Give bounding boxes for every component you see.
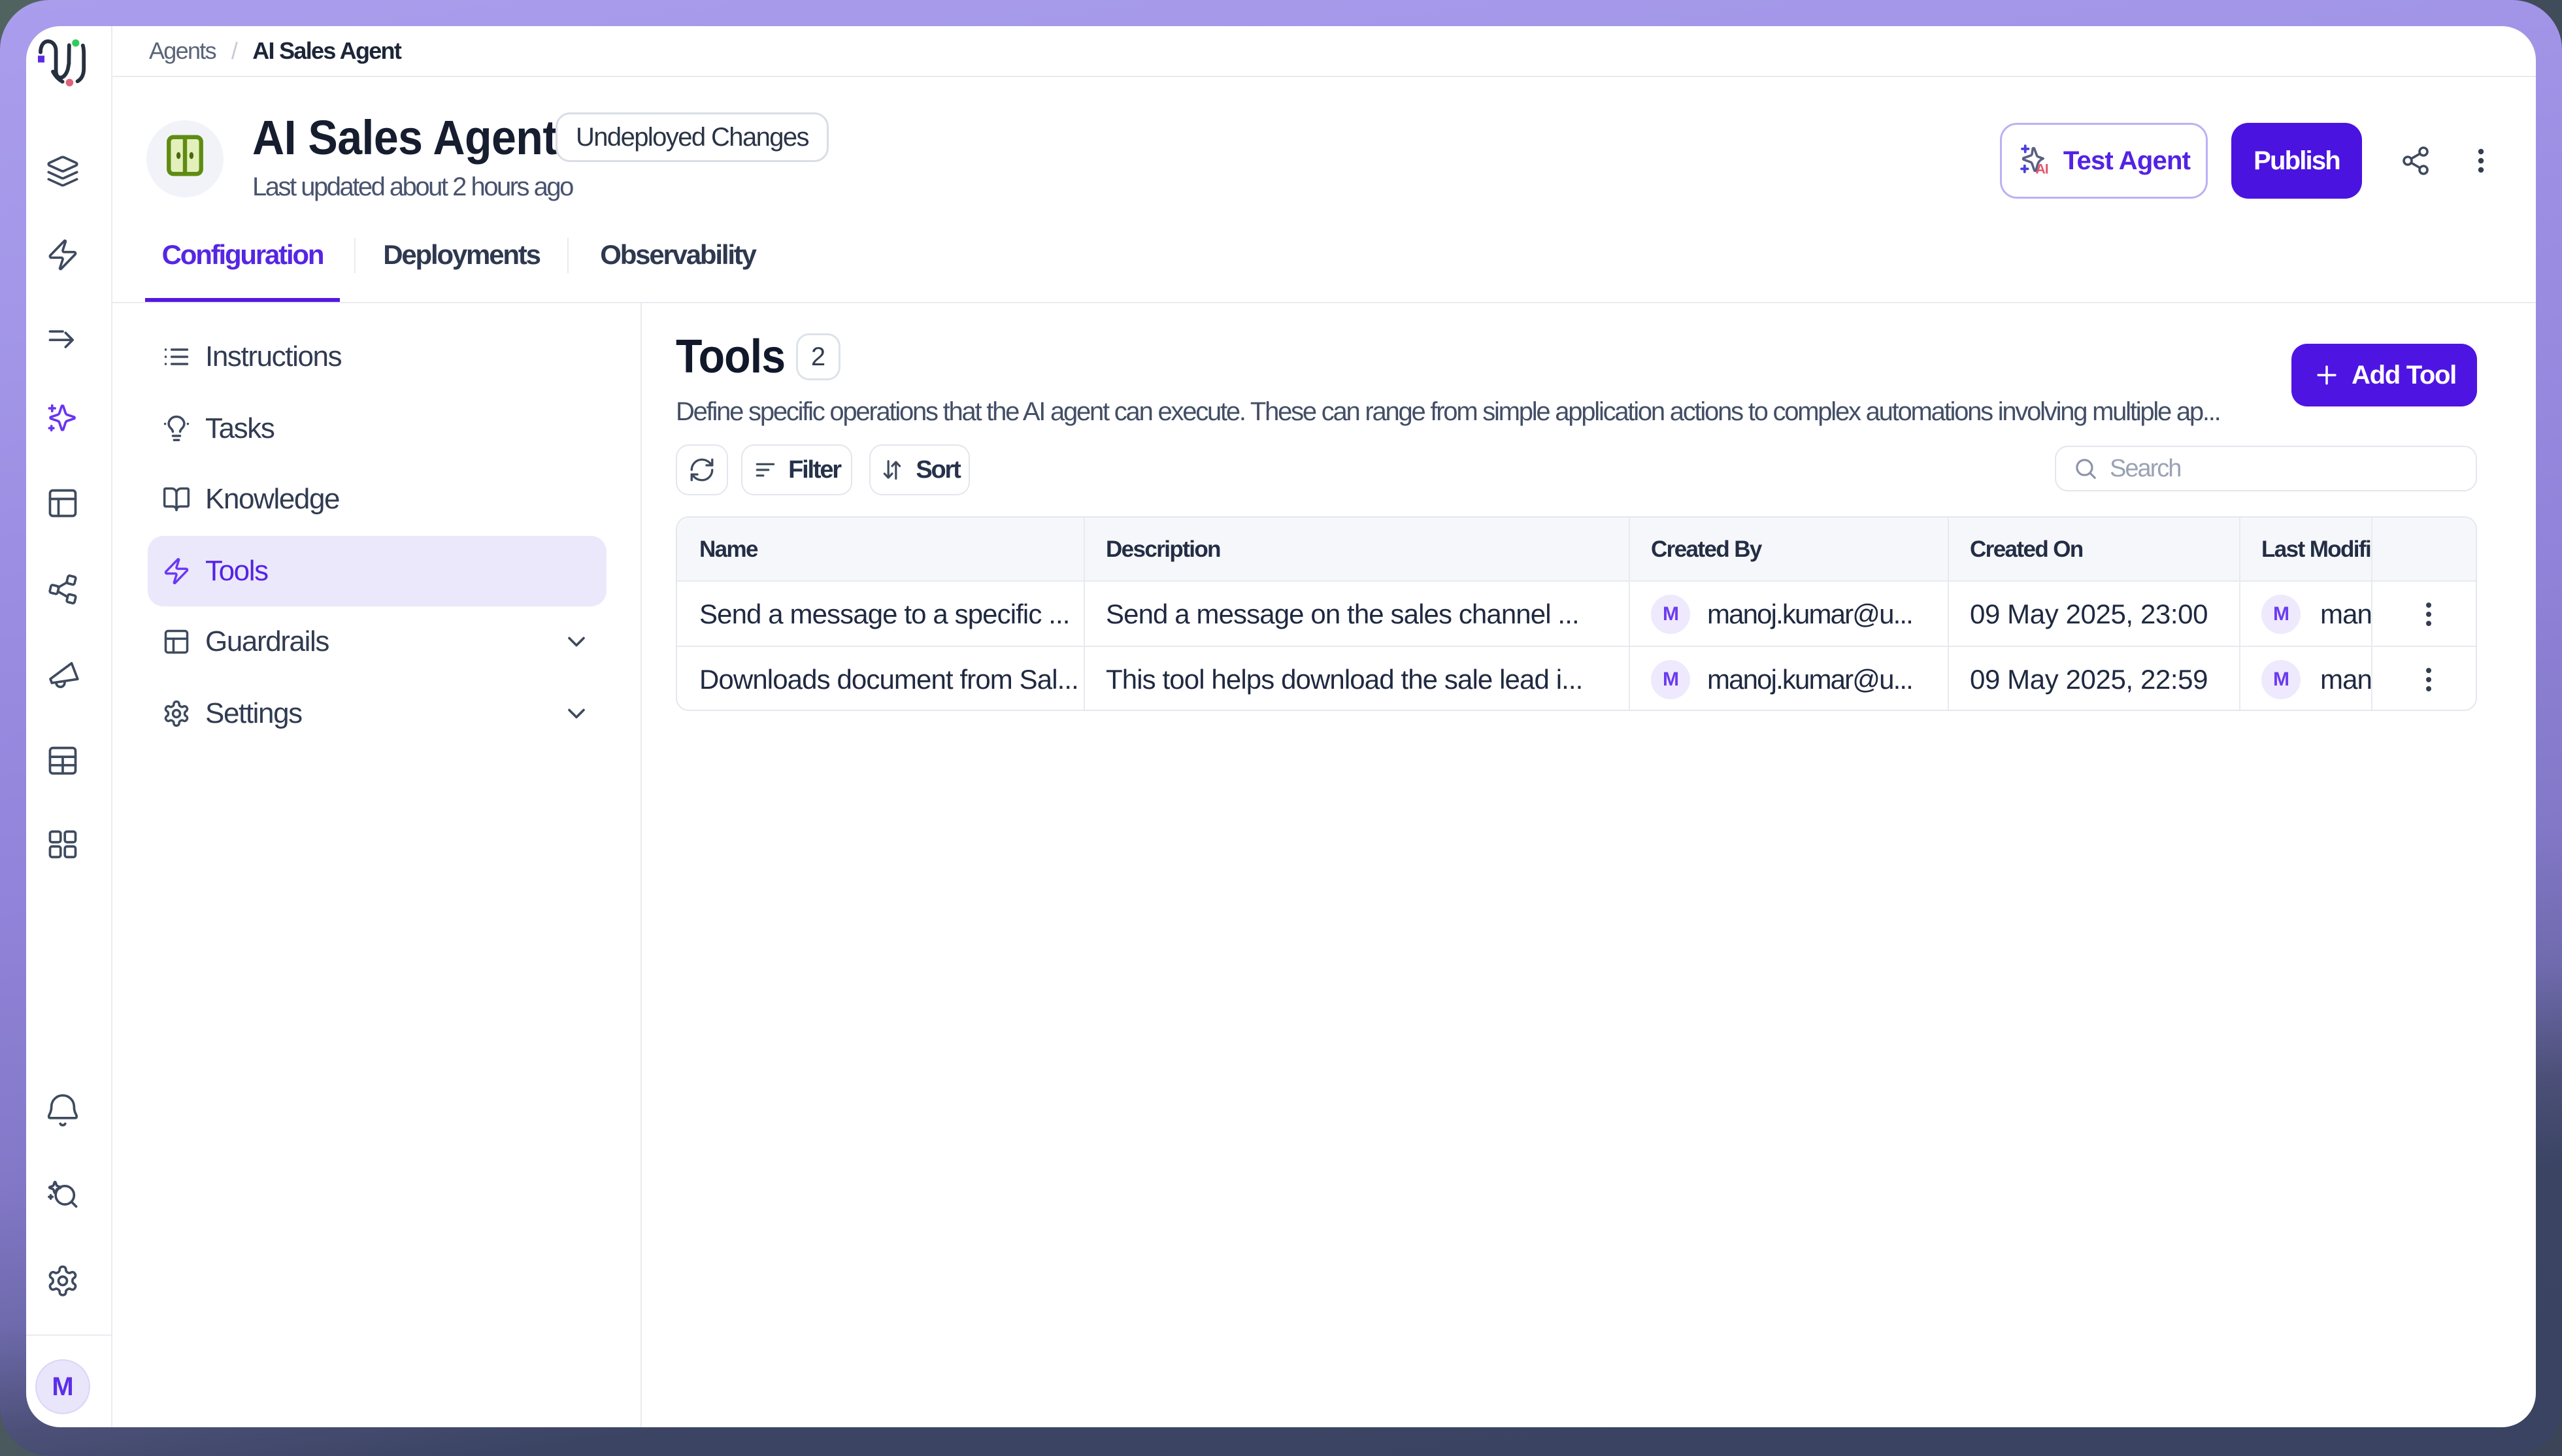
svg-text:AI: AI: [2035, 161, 2048, 176]
